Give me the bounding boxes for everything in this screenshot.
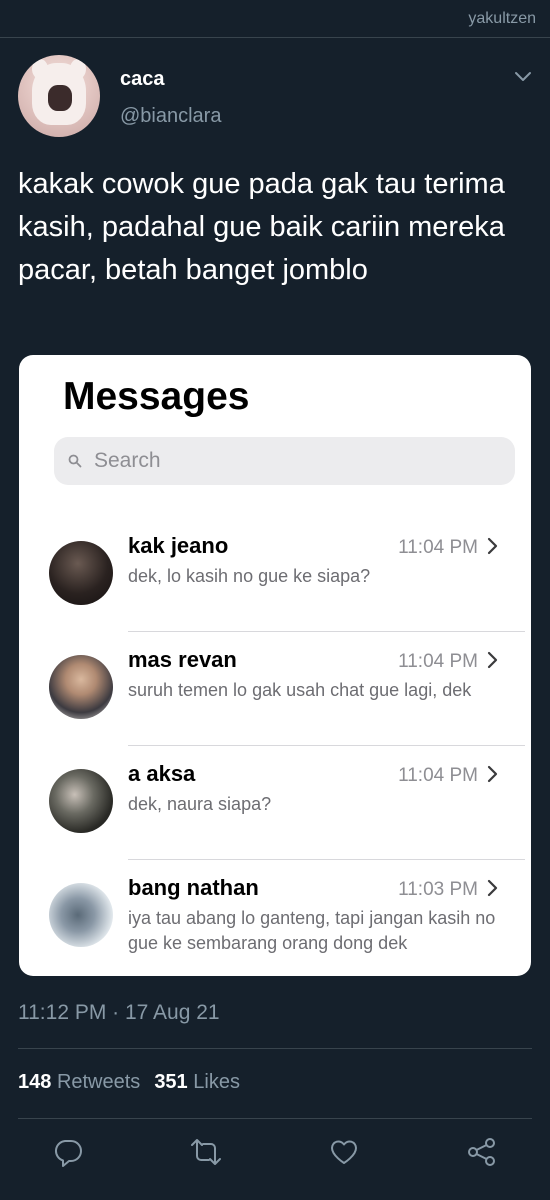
message-preview: dek, naura siapa?: [128, 794, 272, 814]
user-handle[interactable]: @bianclara: [120, 105, 221, 128]
chevron-down-icon[interactable]: [514, 70, 532, 84]
messages-title: Messages: [63, 375, 250, 418]
contact-avatar: [49, 655, 113, 719]
message-time: 11:03 PM: [398, 879, 478, 900]
chevron-right-icon: [487, 765, 498, 783]
avatar[interactable]: [18, 55, 100, 137]
tweet-timestamp[interactable]: 11:12 PM · 17 Aug 21: [18, 1001, 220, 1025]
contact-avatar: [49, 541, 113, 605]
share-icon[interactable]: [466, 1136, 498, 1168]
top-divider: [0, 37, 550, 38]
row-divider: [128, 859, 525, 860]
tweet-text: kakak cowok gue pada gak tau terima kasi…: [18, 168, 505, 286]
retweets-link[interactable]: 148 Retweets: [18, 1071, 140, 1093]
likes-link[interactable]: 351 Likes: [154, 1071, 240, 1093]
attached-screenshot[interactable]: Messages kak jeano 11:04 PM dek, lo kasi…: [19, 355, 531, 976]
likes-label: Likes: [193, 1071, 240, 1093]
contact-name: kak jeano: [128, 533, 229, 558]
chevron-right-icon: [487, 651, 498, 669]
chevron-right-icon: [487, 879, 498, 897]
retweets-label: Retweets: [56, 1071, 141, 1093]
contact-name: a aksa: [128, 761, 196, 786]
divider: [18, 1048, 532, 1049]
message-time: 11:04 PM: [398, 765, 478, 786]
contact-name: mas revan: [128, 647, 237, 672]
retweets-count: 148: [18, 1071, 52, 1093]
conversation-row[interactable]: a aksa 11:04 PM dek, naura siapa?: [19, 748, 531, 862]
search-bar[interactable]: [54, 437, 515, 485]
contact-name: bang nathan: [128, 875, 259, 900]
message-preview: iya tau abang lo ganteng, tapi jangan ka…: [128, 908, 496, 953]
divider: [18, 1118, 532, 1119]
likes-count: 351: [154, 1071, 188, 1093]
message-preview: suruh temen lo gak usah chat gue lagi, d…: [128, 680, 472, 700]
conversation-row[interactable]: bang nathan 11:03 PM iya tau abang lo ga…: [19, 862, 531, 976]
reply-icon[interactable]: [52, 1136, 84, 1168]
search-icon: [68, 454, 82, 468]
engagement-stats: 148 Retweets 351 Likes: [18, 1071, 240, 1094]
message-time: 11:04 PM: [398, 537, 478, 558]
watermark: yakultzen: [468, 10, 536, 27]
contact-avatar: [49, 883, 113, 947]
row-divider: [128, 631, 525, 632]
row-divider: [128, 745, 525, 746]
search-input[interactable]: [94, 445, 494, 477]
retweet-icon[interactable]: [190, 1136, 222, 1168]
contact-avatar: [49, 769, 113, 833]
display-name[interactable]: caca: [120, 68, 165, 91]
conversation-row[interactable]: mas revan 11:04 PM suruh temen lo gak us…: [19, 634, 531, 748]
message-preview: dek, lo kasih no gue ke siapa?: [128, 566, 371, 586]
message-time: 11:04 PM: [398, 651, 478, 672]
conversation-row[interactable]: kak jeano 11:04 PM dek, lo kasih no gue …: [19, 520, 531, 634]
chevron-right-icon: [487, 537, 498, 555]
like-icon[interactable]: [328, 1136, 360, 1168]
